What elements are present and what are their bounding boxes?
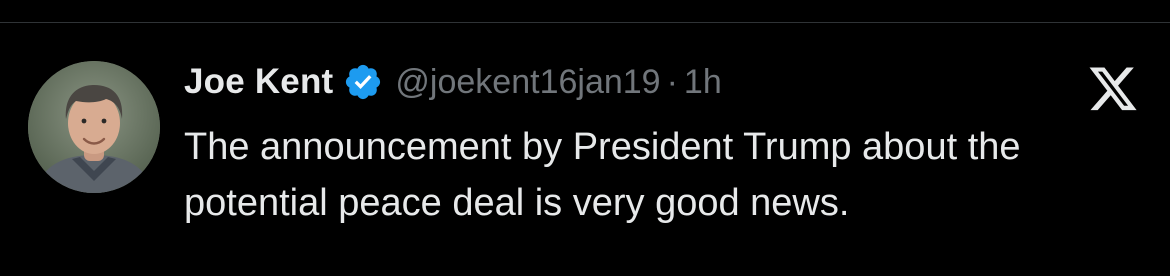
- author-name[interactable]: Joe Kent: [184, 62, 333, 102]
- tweet-header: Joe Kent @joekent16jan19 · 1h: [184, 59, 722, 105]
- separator-dot: ·: [666, 62, 678, 101]
- author-handle[interactable]: @joekent16jan19: [395, 63, 660, 102]
- tweet-text: The announcement by President Trump abou…: [184, 126, 1021, 224]
- verified-badge-icon: [343, 62, 383, 102]
- tweet-card[interactable]: Joe Kent @joekent16jan19 · 1h The announ…: [0, 23, 1170, 276]
- avatar[interactable]: [28, 61, 160, 193]
- x-logo-icon: [1086, 67, 1140, 115]
- avatar-image: [28, 61, 160, 193]
- timestamp[interactable]: 1h: [684, 63, 722, 102]
